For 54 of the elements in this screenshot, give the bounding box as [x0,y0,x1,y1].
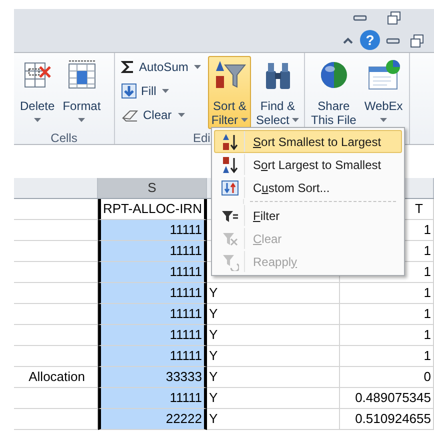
sort-descending-icon [220,156,238,174]
table-cell: Y [207,346,340,367]
table-cell: 0 [340,367,434,388]
table-cell: Y [207,388,340,409]
app-window-icon [366,59,401,91]
table-cell: 1 [340,283,434,304]
table-cell: Y [207,325,340,346]
menu-item[interactable]: Sort Largest to Smallest [214,153,402,176]
table-cell: 11111 [98,241,207,262]
group-label: Cells [50,131,78,145]
fill-down-icon [121,82,137,98]
custom-sort-icon [220,178,238,196]
ribbon-button[interactable]: Clear [118,104,204,125]
restore-icon[interactable] [387,11,401,25]
group-label: Edi [193,131,210,145]
table-cell: 22222 [98,409,207,430]
sigma-icon [121,60,135,74]
table-cell: 11111 [98,304,207,325]
table-cell: Y [207,409,340,430]
table-cell: 1 [340,325,434,346]
table-cell: 11111 [98,346,207,367]
sort-ascending-icon [220,132,238,150]
table-format-icon [66,59,98,91]
table-cell: Y [207,367,340,388]
table-cell: RPT-ALLOC-IRN [98,199,207,220]
restore-icon[interactable] [410,34,424,48]
ribbon-button[interactable]: Sort & Filter [208,56,252,129]
table-cell: Y [207,304,340,325]
ribbon-button[interactable]: Fill [118,80,204,101]
column-header[interactable]: S [98,178,207,198]
table-cell: 11111 [98,283,207,304]
table-cell: 11111 [98,388,207,409]
reapply-filter-icon [220,252,238,270]
eraser-icon [121,108,139,122]
ribbon-button[interactable]: Delete [17,56,58,129]
table-cell: 11111 [98,220,207,241]
table-cell: 33333 [98,367,207,388]
table-cell: 11111 [98,325,207,346]
minimize-icon[interactable] [353,14,367,22]
table-cell: Allocation [14,367,98,388]
table-cell: Y [207,283,340,304]
table-cell: 1 [340,346,434,367]
menu-item[interactable]: Custom Sort... [214,176,402,199]
ribbon-button[interactable]: Find & Select [253,56,302,129]
table-cell: 0.489075345 [340,388,434,409]
table-cell: 11111 [98,262,207,283]
ribbon-button[interactable]: Format [60,56,104,129]
minimize-icon[interactable] [386,37,400,45]
menu-item[interactable]: Sort Smallest to Largest [214,130,402,153]
ribbon-button[interactable]: WebEx [361,56,406,129]
help-button[interactable]: ? [360,30,380,50]
ribbon-button[interactable]: AutoSum [118,56,204,77]
table-cell: 0.510924655 [340,409,434,430]
table-cell: 1 [340,304,434,325]
